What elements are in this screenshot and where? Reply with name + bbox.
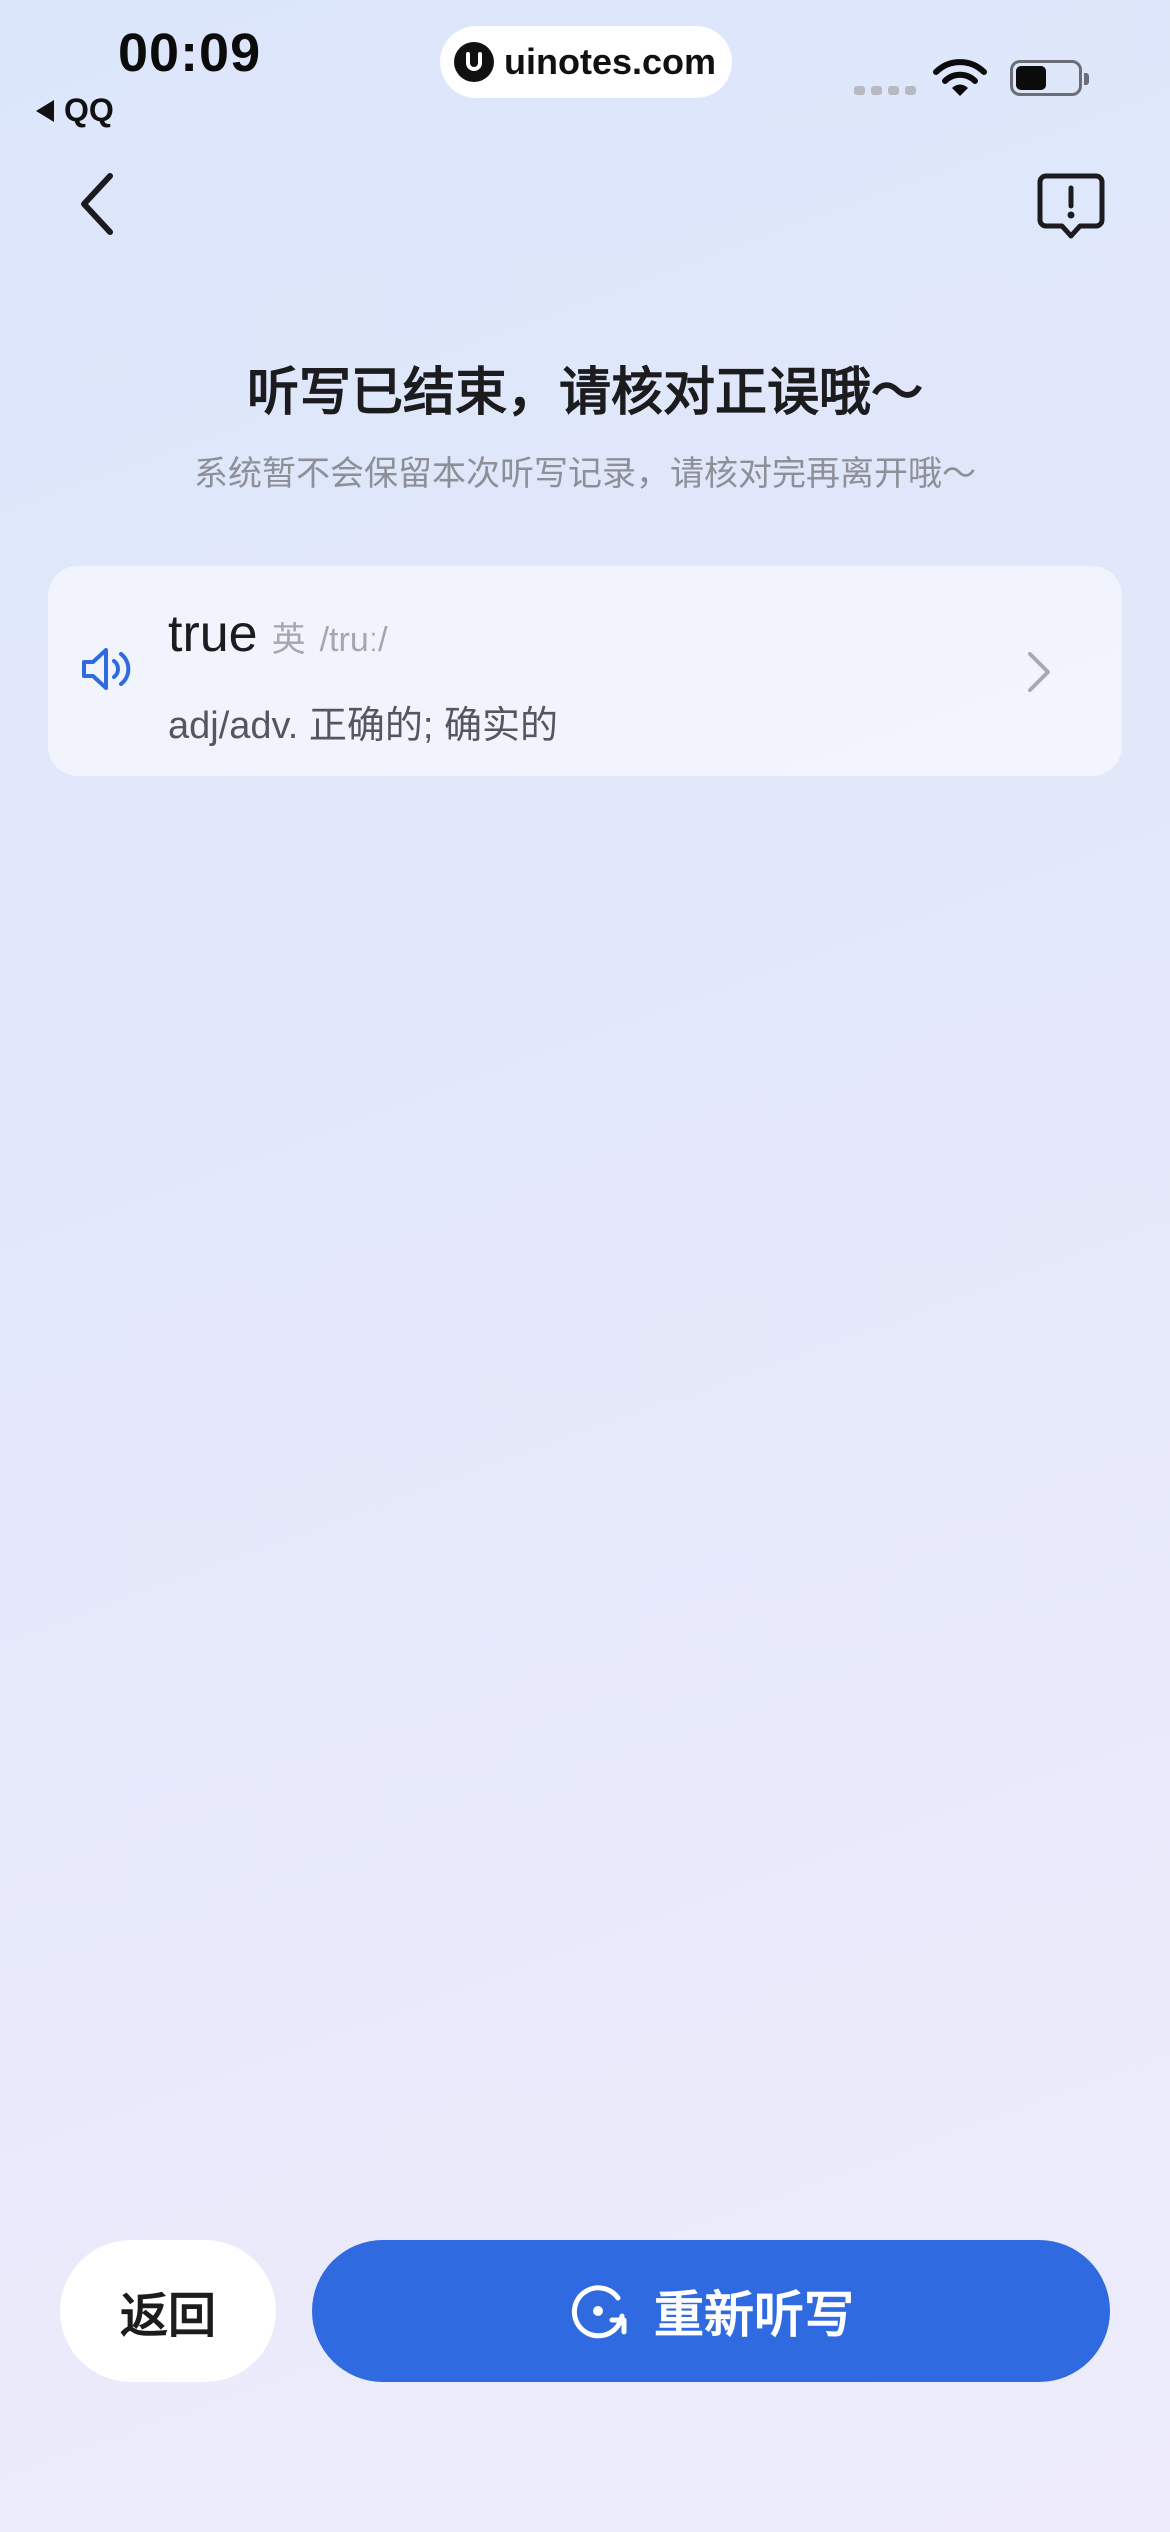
page-subtitle: 系统暂不会保留本次听写记录，请核对完再离开哦～: [194, 455, 976, 493]
uinotes-logo-icon: [454, 42, 494, 82]
chevron-left-icon[interactable]: [70, 168, 130, 240]
status-time: 00:09: [118, 23, 262, 83]
chevron-right-icon: [1028, 652, 1050, 692]
word-text: true: [168, 605, 258, 663]
return-button[interactable]: 返回: [60, 2240, 276, 2382]
word-lang: 英: [271, 621, 306, 659]
replay-icon: [571, 2285, 627, 2339]
wifi-icon: [933, 59, 987, 96]
report-icon[interactable]: [1036, 172, 1106, 244]
site-badge: uinotes.com: [440, 26, 732, 98]
word-phonetic: /truː/: [319, 621, 388, 659]
word-meaning: adj/adv. 正确的; 确实的: [168, 705, 558, 747]
back-triangle-icon: [36, 99, 54, 122]
signal-icon: [854, 86, 916, 95]
word-card[interactable]: true 英 /truː/ adj/adv. 正确的; 确实的: [48, 566, 1122, 776]
status-bar: 00:09 QQ uinotes.com: [0, 0, 1170, 150]
back-app-label: QQ: [64, 92, 114, 128]
word-headline: true 英 /truː/: [168, 604, 388, 664]
redo-dictation-label: 重新听写: [654, 2287, 854, 2343]
site-label: uinotes.com: [504, 41, 717, 82]
page-title: 听写已结束，请核对正误哦～: [246, 364, 923, 422]
battery-icon: [1010, 60, 1089, 96]
speaker-icon[interactable]: [80, 644, 134, 694]
back-to-app-link[interactable]: QQ: [36, 92, 114, 129]
redo-dictation-button[interactable]: 重新听写: [312, 2240, 1110, 2382]
